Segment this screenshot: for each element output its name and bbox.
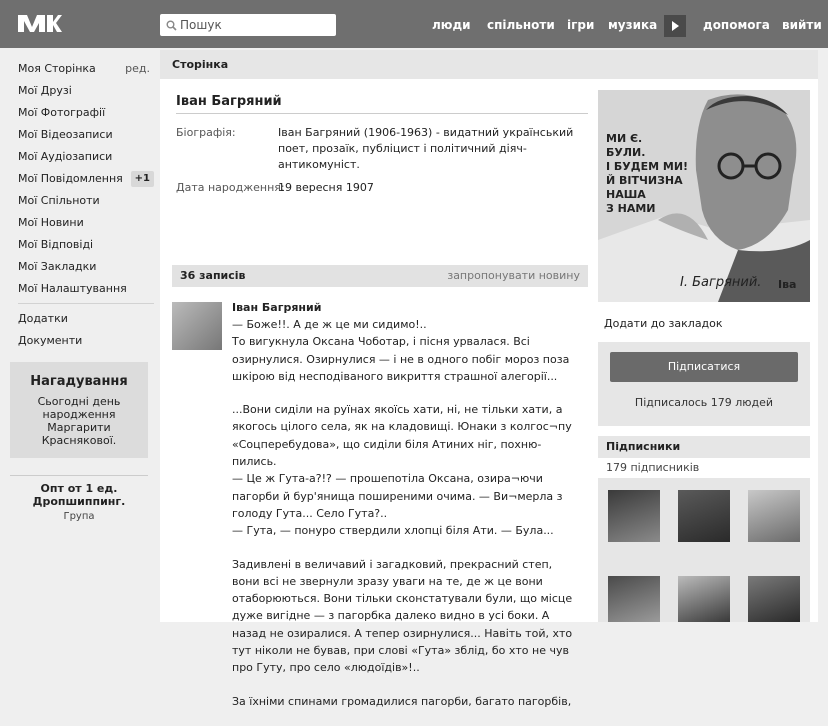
photo-caption: Іва <box>778 278 797 291</box>
sidebar-item-label: Мої Налаштування <box>18 282 127 295</box>
post-author-avatar[interactable] <box>172 302 222 350</box>
post-paragraph: За їхніми спинами громадилися пагорби, б… <box>232 694 572 708</box>
sidebar-item-label: Мої Спільноти <box>18 194 100 207</box>
title-divider <box>176 113 588 114</box>
sidebar-item-label: Мої Аудіозаписи <box>18 150 113 163</box>
profile-photo[interactable]: МИ Є. БУЛИ. І БУДЕМ МИ! Й ВІТЧИЗНА НАША … <box>598 90 810 302</box>
post-author[interactable]: Іван Багряний <box>232 301 321 314</box>
sidebar-item-replies[interactable]: Мої Відповіді <box>18 234 156 256</box>
page-title: Іван Багряний <box>176 94 282 109</box>
vk-logo[interactable] <box>18 14 62 34</box>
subscribe-button[interactable]: Підписатися <box>610 352 798 382</box>
messages-badge: +1 <box>130 171 154 187</box>
sidebar-item-label: Мої Відеозаписи <box>18 128 113 141</box>
sidebar-item-apps[interactable]: Додатки <box>18 308 156 330</box>
subscribers-grid <box>598 478 810 622</box>
subscribe-box: Підписатися Підписалось 179 людей <box>598 342 810 426</box>
main-content: Сторінка Іван Багряний Біографія: Іван Б… <box>160 50 818 708</box>
post-text: — Боже!!. А де ж це ми сидимо!.. То вигу… <box>232 316 580 726</box>
sidebar-item-videos[interactable]: Мої Відеозаписи <box>18 124 156 146</box>
subscribers-count[interactable]: 179 підписників <box>606 461 699 474</box>
sidebar-item-audio[interactable]: Мої Аудіозаписи <box>18 146 156 168</box>
sidebar-item-my-page[interactable]: Моя Сторінка ред. <box>18 58 156 80</box>
nav-people[interactable]: люди <box>432 0 471 48</box>
reminder-text[interactable]: Сьогодні день народження Маргарити Красн… <box>10 395 148 447</box>
photo-quote: МИ Є. БУЛИ. І БУДЕМ МИ! Й ВІТЧИЗНА НАША … <box>606 132 689 215</box>
reminder-box: Нагадування Сьогодні день народження Мар… <box>10 362 148 458</box>
sidebar-divider <box>18 303 154 304</box>
search-icon <box>166 20 177 31</box>
subscriber-avatar[interactable] <box>678 490 730 542</box>
sidebar-item-label: Мої Друзі <box>18 84 72 97</box>
sidebar-item-label: Мої Фотографії <box>18 106 106 119</box>
sidebar-item-communities[interactable]: Мої Спільноти <box>18 190 156 212</box>
sidebar-item-friends[interactable]: Мої Друзі <box>18 80 156 102</box>
page-header: Сторінка <box>160 50 818 79</box>
bio-label: Біографія: <box>176 126 236 139</box>
play-icon[interactable] <box>664 15 686 37</box>
ad-subtitle: Група <box>63 511 95 522</box>
nav-communities[interactable]: спільноти <box>487 0 555 48</box>
sidebar-item-news[interactable]: Мої Новини <box>18 212 156 234</box>
sidebar-item-label: Мої Закладки <box>18 260 97 273</box>
sidebar-item-label: Моя Сторінка <box>18 62 96 75</box>
subscribers-header[interactable]: Підписники <box>598 436 810 458</box>
sidebar-item-label: Документи <box>18 334 83 347</box>
sidebar-item-bookmarks[interactable]: Мої Закладки <box>18 256 156 278</box>
sidebar-item-photos[interactable]: Мої Фотографії <box>18 102 156 124</box>
ad-title[interactable]: Опт от 1 ед. Дропшиппинг. <box>10 482 148 508</box>
add-bookmark-link[interactable]: Додати до закладок <box>604 317 723 330</box>
subscribed-count[interactable]: Підписалось 179 людей <box>598 396 810 409</box>
subscriber-avatar[interactable] <box>748 576 800 622</box>
suggest-news-link[interactable]: запропонувати новину <box>447 265 580 287</box>
nav-logout[interactable]: вийти <box>782 0 822 48</box>
sidebar-item-label: Мої Новини <box>18 216 84 229</box>
nav-music[interactable]: музика <box>608 0 657 48</box>
nav-games[interactable]: ігри <box>567 0 594 48</box>
sidebar-item-label: Додатки <box>18 312 68 325</box>
sidebar-item-documents[interactable]: Документи <box>18 330 156 352</box>
ad-block[interactable]: Опт от 1 ед. Дропшиппинг. Група <box>10 475 148 522</box>
edit-link[interactable]: ред. <box>125 58 150 80</box>
subscriber-avatar[interactable] <box>678 576 730 622</box>
sidebar-item-label: Мої Повідомлення <box>18 172 123 185</box>
post-paragraph: ...Вони сиділи на руїнах якоїсь хати, ні… <box>232 403 572 538</box>
reminder-title: Нагадування <box>30 374 128 389</box>
wall-post-count[interactable]: 36 записів <box>180 265 246 287</box>
sidebar-item-messages[interactable]: Мої Повідомлення +1 <box>18 168 156 190</box>
post-paragraph: — Боже!!. А де ж це ми сидимо!.. То вигу… <box>232 318 570 383</box>
birthdate-label: Дата народження: <box>176 181 285 194</box>
left-sidebar: Моя Сторінка ред. Мої Друзі Мої Фотограф… <box>18 58 156 352</box>
photo-signature: І. Багряний. <box>680 275 762 290</box>
sidebar-item-settings[interactable]: Мої Налаштування <box>18 278 156 300</box>
bio-value: Іван Багряний (1906-1963) - видатний укр… <box>278 126 574 171</box>
birthdate-value[interactable]: 19 вересня 1907 <box>278 180 578 196</box>
search-input[interactable]: Пошук <box>160 14 336 36</box>
search-placeholder: Пошук <box>180 18 222 32</box>
top-bar: Пошук люди спільноти ігри музика допомог… <box>0 0 828 48</box>
post-paragraph: Задивлені в величавий і загадковий, прек… <box>232 557 573 675</box>
subscriber-avatar[interactable] <box>608 576 660 622</box>
wall-header: 36 записів запропонувати новину <box>172 265 588 287</box>
sidebar-item-label: Мої Відповіді <box>18 238 94 251</box>
subscriber-avatar[interactable] <box>608 490 660 542</box>
nav-help[interactable]: допомога <box>703 0 770 48</box>
subscriber-avatar[interactable] <box>748 490 800 542</box>
